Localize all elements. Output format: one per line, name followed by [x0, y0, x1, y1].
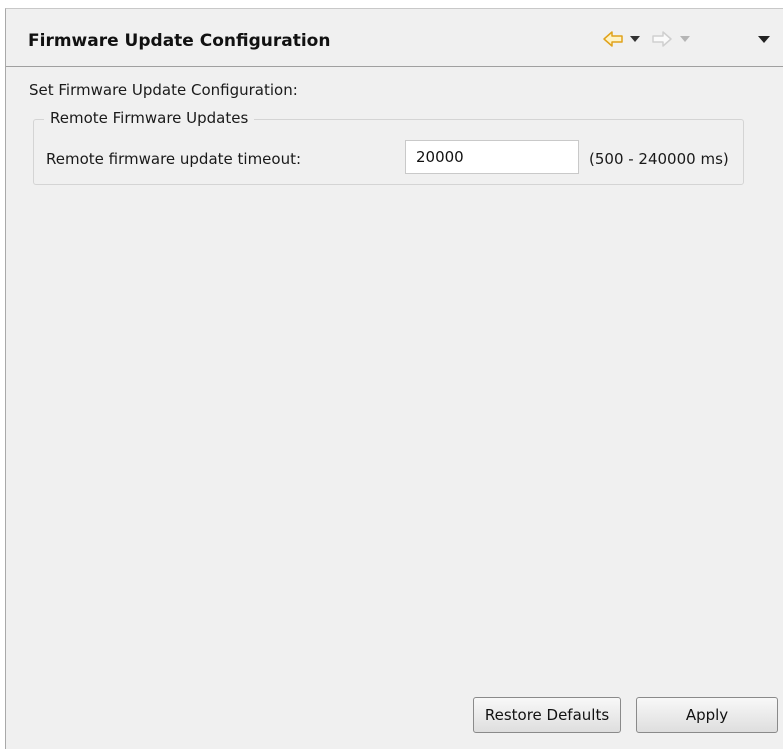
arrow-left-icon[interactable] — [602, 27, 624, 51]
chevron-down-icon[interactable] — [630, 36, 640, 42]
chevron-down-icon[interactable] — [680, 36, 690, 42]
view-menu-icon[interactable] — [758, 36, 770, 43]
page-description: Set Firmware Update Configuration: — [29, 81, 298, 99]
page-title: Firmware Update Configuration — [28, 31, 331, 51]
page-header: Firmware Update Configuration — [6, 9, 783, 67]
arrow-right-icon[interactable] — [651, 27, 673, 51]
apply-button[interactable]: Apply — [636, 697, 778, 733]
timeout-input[interactable] — [405, 140, 579, 174]
timeout-range-hint: (500 - 240000 ms) — [589, 150, 729, 168]
restore-defaults-button[interactable]: Restore Defaults — [473, 697, 621, 733]
timeout-label: Remote firmware update timeout: — [46, 150, 302, 168]
group-title: Remote Firmware Updates — [44, 109, 255, 127]
